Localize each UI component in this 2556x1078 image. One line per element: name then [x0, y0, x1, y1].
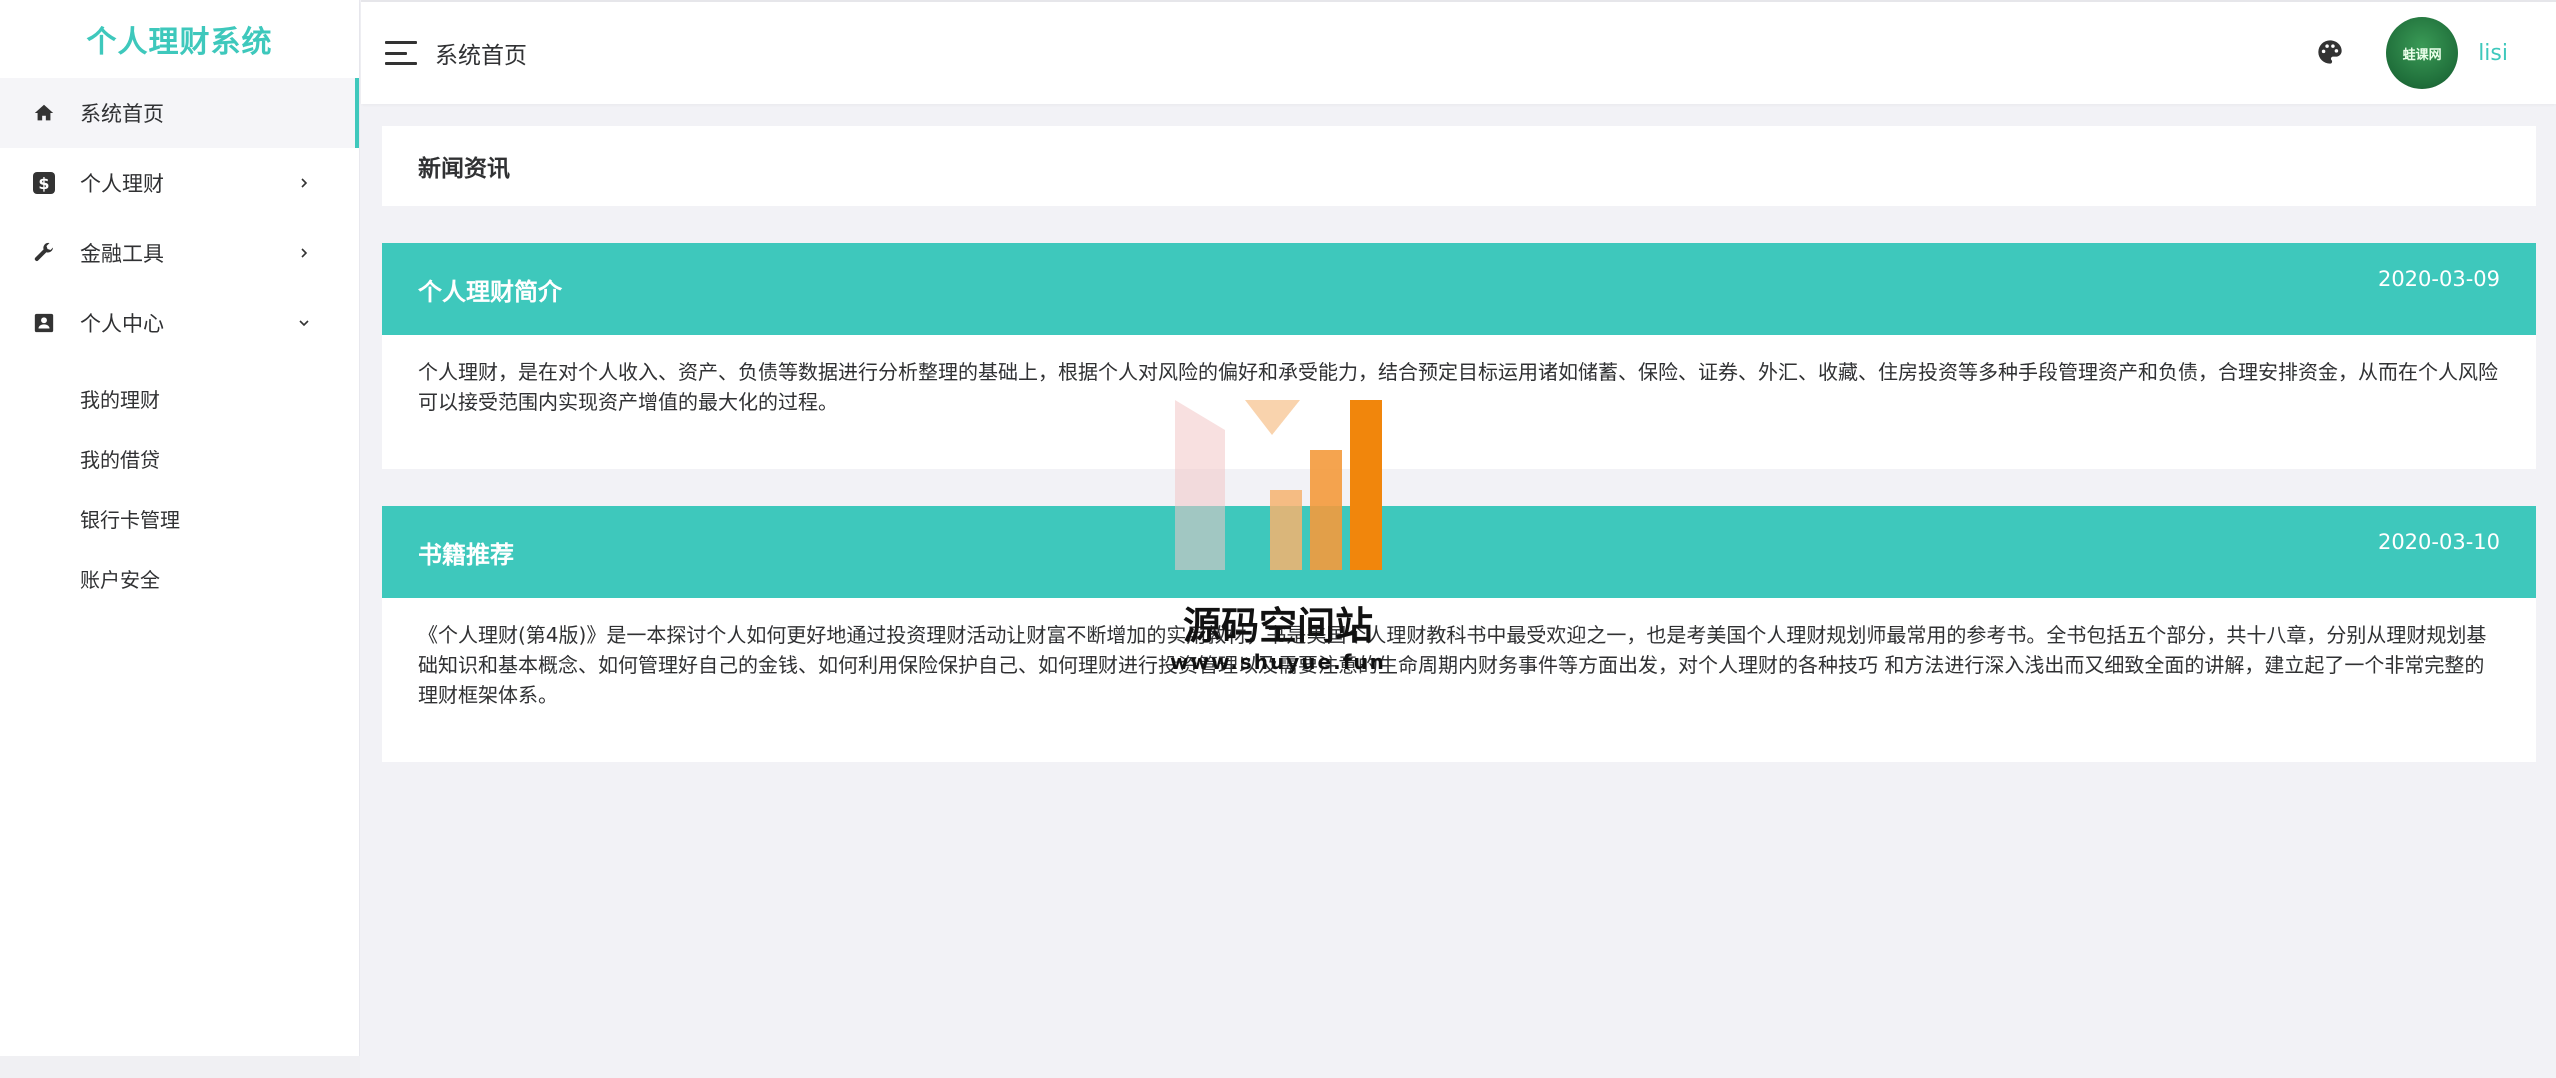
article-body: 《个人理财(第4版)》是一本探讨个人如何更好地通过投资理财活动让财富不断增加的实…	[418, 623, 2487, 707]
article-body: 个人理财，是在对个人收入、资产、负债等数据进行分析整理的基础上，根据个人对风险的…	[418, 360, 2498, 414]
menu-toggle-icon[interactable]	[385, 41, 417, 65]
submenu-item-my-loans[interactable]: 我的借贷	[0, 428, 359, 488]
sidebar-item-label: 金融工具	[80, 242, 164, 266]
sidebar-item-personal-center[interactable]: 个人中心	[0, 288, 359, 358]
chevron-down-icon	[297, 316, 311, 330]
sidebar-item-label: 个人理财	[80, 172, 164, 196]
svg-text:$: $	[38, 174, 49, 193]
sidebar-item-home[interactable]: 系统首页	[0, 78, 359, 148]
sidebar-scrollbar[interactable]	[0, 1056, 360, 1078]
article-date: 2020-03-10	[2377, 530, 2500, 554]
main-content: 新闻资讯 个人理财简介 2020-03-09 个人理财，是在对个人收入、资产、负…	[382, 126, 2536, 762]
header-user-area: 蛙课网 lisi	[2316, 17, 2508, 89]
brand-title: 个人理财系统	[86, 25, 273, 60]
sidebar: 个人理财系统 系统首页 $ 个人理财 金融工具 个人中心 我的理财 我的借贷 银…	[0, 0, 360, 1078]
watermark-text: 源码空间站	[1182, 604, 1373, 648]
sidebar-item-financial-tools[interactable]: 金融工具	[0, 218, 359, 288]
article-date: 2020-03-09	[2377, 267, 2500, 291]
avatar[interactable]: 蛙课网	[2386, 17, 2459, 89]
home-icon	[30, 99, 58, 127]
username[interactable]: lisi	[2478, 41, 2508, 66]
top-header: 系统首页 蛙课网 lisi	[361, 0, 2556, 104]
article-title: 书籍推荐	[418, 540, 514, 569]
watermark-url: www.shuyue.fun	[1170, 650, 1386, 674]
sidebar-item-label: 个人中心	[80, 312, 164, 336]
wrench-icon	[30, 239, 58, 267]
chevron-right-icon	[297, 246, 311, 260]
chevron-right-icon	[297, 176, 311, 190]
avatar-label: 蛙课网	[2402, 47, 2442, 63]
contact-icon	[30, 309, 58, 337]
sidebar-item-label: 系统首页	[80, 102, 164, 126]
breadcrumb: 系统首页	[435, 43, 527, 69]
article-card: 个人理财简介 2020-03-09 个人理财，是在对个人收入、资产、负债等数据进…	[382, 243, 2536, 469]
personal-center-submenu: 我的理财 我的借贷 银行卡管理 账户安全	[0, 368, 359, 608]
article-title: 个人理财简介	[418, 277, 562, 306]
palette-icon[interactable]	[2316, 38, 2346, 68]
news-section-title: 新闻资讯	[382, 126, 2536, 206]
article-header: 书籍推荐 2020-03-10	[382, 506, 2536, 598]
submenu-item-my-finance[interactable]: 我的理财	[0, 368, 359, 428]
article-card: 书籍推荐 2020-03-10 《个人理财(第4版)》是一本探讨个人如何更好地通…	[382, 506, 2536, 762]
article-header: 个人理财简介 2020-03-09	[382, 243, 2536, 335]
dollar-icon: $	[30, 169, 58, 197]
submenu-item-bank-cards[interactable]: 银行卡管理	[0, 488, 359, 548]
sidebar-item-personal-finance[interactable]: $ 个人理财	[0, 148, 359, 218]
sidebar-menu: 系统首页 $ 个人理财 金融工具 个人中心	[0, 78, 359, 358]
submenu-item-account-security[interactable]: 账户安全	[0, 548, 359, 608]
